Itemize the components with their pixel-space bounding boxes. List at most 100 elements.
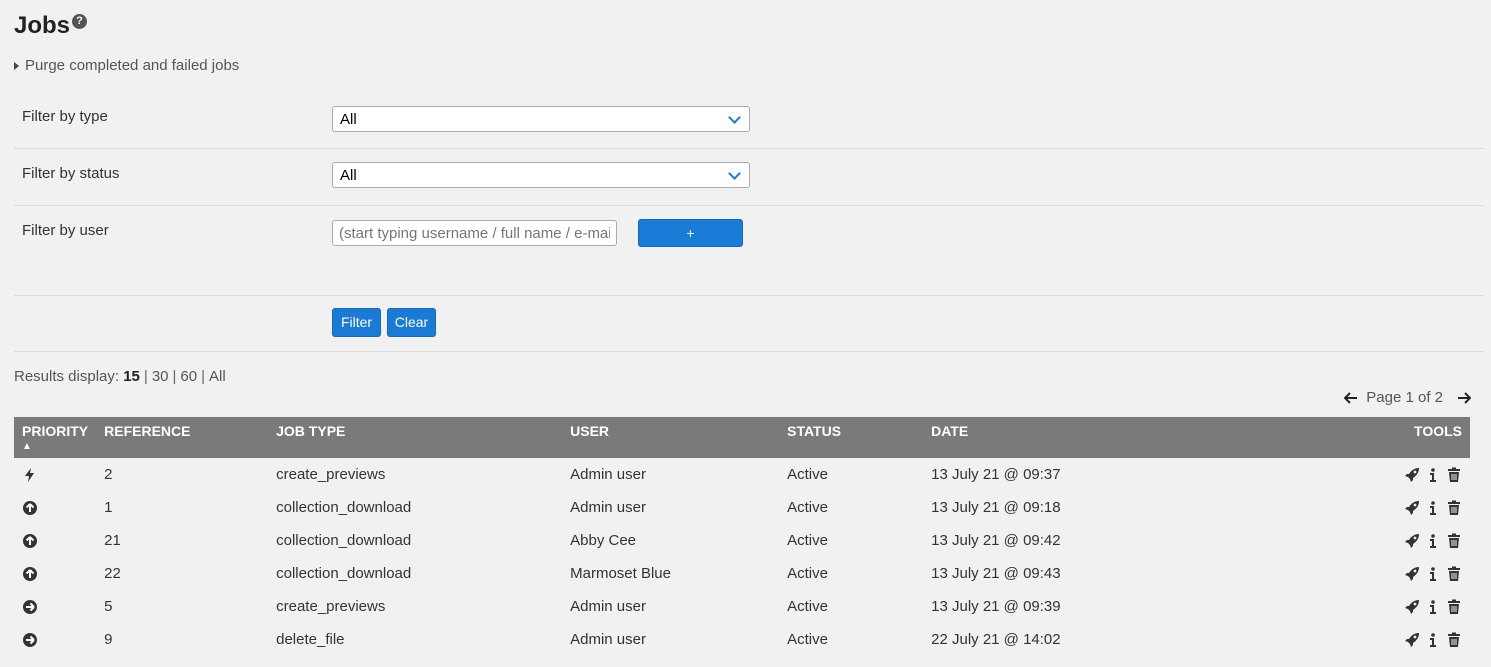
purge-label: Purge completed and failed jobs <box>25 57 240 74</box>
help-icon[interactable]: ? <box>72 14 88 29</box>
results-prefix: Results display: <box>14 368 120 385</box>
column-priority[interactable]: PRIORITY ▲ <box>14 417 96 458</box>
separator: | <box>172 368 177 385</box>
rocket-icon[interactable] <box>1404 632 1420 648</box>
results-current: 15 <box>123 368 140 385</box>
cell-status: Active <box>787 532 828 549</box>
column-status[interactable]: STATUS <box>779 417 923 458</box>
rocket-icon[interactable] <box>1404 467 1420 483</box>
results-option-60[interactable]: 60 <box>180 368 197 385</box>
pager: Page 1 of 2 <box>1344 389 1471 406</box>
rocket-icon[interactable] <box>1404 599 1420 615</box>
cell-date: 13 July 21 @ 09:42 <box>931 532 1061 549</box>
arrow-right-icon[interactable] <box>1457 391 1471 404</box>
rocket-icon[interactable] <box>1404 500 1420 516</box>
separator: | <box>143 368 148 385</box>
table-row: 1 collection_download Admin user Active 13 J… <box>14 491 1470 524</box>
column-job-type[interactable]: JOB TYPE <box>268 417 562 458</box>
rocket-icon[interactable] <box>1404 533 1420 549</box>
cell-priority <box>14 590 96 623</box>
column-priority-label: PRIORITY <box>22 423 89 439</box>
cell-reference: 21 <box>104 532 121 549</box>
cell-date: 13 July 21 @ 09:43 <box>931 565 1061 582</box>
chevron-down-icon <box>728 111 741 124</box>
arrow-right-circle-icon <box>22 632 38 648</box>
trash-icon[interactable] <box>1446 500 1462 516</box>
filter-type-select[interactable]: All <box>332 106 750 132</box>
cell-reference: 2 <box>104 466 113 483</box>
filter-status-label: Filter by status <box>22 165 120 182</box>
rocket-icon[interactable] <box>1404 566 1420 582</box>
filter-button[interactable]: Filter <box>332 308 381 337</box>
results-display: Results display: 15 | 30 | 60 | All <box>14 368 226 385</box>
info-icon[interactable] <box>1425 599 1441 615</box>
cell-tools <box>1223 557 1470 590</box>
table-row: 2 create_previews Admin user Active 13 July … <box>14 458 1470 491</box>
cell-status: Active <box>787 631 828 648</box>
info-icon[interactable] <box>1425 500 1441 516</box>
trash-icon[interactable] <box>1446 566 1462 582</box>
cell-user: Admin user <box>570 499 646 516</box>
trash-icon[interactable] <box>1446 599 1462 615</box>
cell-user: Marmoset Blue <box>570 565 671 582</box>
table-row: 5 create_previews Admin user Active 13 July … <box>14 590 1470 623</box>
filter-status-row: Filter by status All <box>14 149 1484 206</box>
cell-user: Abby Cee <box>570 532 636 549</box>
clear-button[interactable]: Clear <box>387 308 436 337</box>
user-search-input[interactable] <box>332 220 617 246</box>
cell-user: Admin user <box>570 631 646 648</box>
page-title: Jobs ? <box>14 12 88 40</box>
filter-user-row: Filter by user + <box>14 206 1484 296</box>
cell-tools <box>1223 590 1470 623</box>
cell-date: 13 July 21 @ 09:39 <box>931 598 1061 615</box>
filter-type-value: All <box>340 111 357 128</box>
column-reference[interactable]: REFERENCE <box>96 417 268 458</box>
results-option-all[interactable]: All <box>209 368 226 385</box>
results-option-30[interactable]: 30 <box>152 368 169 385</box>
cell-user: Admin user <box>570 466 646 483</box>
filter-status-select[interactable]: All <box>332 162 750 188</box>
trash-icon[interactable] <box>1446 632 1462 648</box>
cell-priority <box>14 524 96 557</box>
cell-tools <box>1223 524 1470 557</box>
cell-reference: 1 <box>104 499 113 516</box>
table-row: 22 collection_download Marmoset Blue Active… <box>14 557 1470 590</box>
add-user-button[interactable]: + <box>638 219 743 247</box>
arrow-up-circle-icon <box>22 500 38 516</box>
info-icon[interactable] <box>1425 533 1441 549</box>
info-icon[interactable] <box>1425 632 1441 648</box>
table-row: 9 delete_file Admin user Active 22 July 21 @… <box>14 623 1470 656</box>
cell-date: 13 July 21 @ 09:37 <box>931 466 1061 483</box>
cell-reference: 9 <box>104 631 113 648</box>
info-icon[interactable] <box>1425 566 1441 582</box>
trash-icon[interactable] <box>1446 533 1462 549</box>
column-date[interactable]: DATE <box>923 417 1223 458</box>
filter-type-label: Filter by type <box>22 108 108 125</box>
cell-status: Active <box>787 499 828 516</box>
trash-icon[interactable] <box>1446 467 1462 483</box>
info-icon[interactable] <box>1425 467 1441 483</box>
table-header-row: PRIORITY ▲ REFERENCE JOB TYPE USER STATU… <box>14 417 1470 458</box>
cell-job-type: create_previews <box>276 598 386 615</box>
arrow-left-icon[interactable] <box>1344 391 1358 404</box>
page-title-text: Jobs <box>14 12 71 39</box>
table-row: 21 collection_download Abby Cee Active 13 Ju… <box>14 524 1470 557</box>
cell-job-type: collection_download <box>276 565 412 582</box>
filter-type-row: Filter by type All <box>14 95 1484 149</box>
arrow-up-circle-icon <box>22 566 38 582</box>
caret-right-icon <box>14 61 19 70</box>
filter-status-value: All <box>340 167 357 184</box>
purge-toggle[interactable]: Purge completed and failed jobs <box>14 57 239 74</box>
cell-status: Active <box>787 598 828 615</box>
chevron-down-icon <box>728 167 741 180</box>
filter-actions-row: Filter Clear <box>14 296 1484 352</box>
cell-priority <box>14 557 96 590</box>
cell-date: 22 July 21 @ 14:02 <box>931 631 1061 648</box>
jobs-table: PRIORITY ▲ REFERENCE JOB TYPE USER STATU… <box>14 417 1470 656</box>
filter-user-label: Filter by user <box>22 222 109 239</box>
column-user[interactable]: USER <box>562 417 779 458</box>
cell-priority <box>14 623 96 656</box>
separator: | <box>201 368 205 385</box>
cell-reference: 22 <box>104 565 121 582</box>
arrow-up-circle-icon <box>22 533 38 549</box>
